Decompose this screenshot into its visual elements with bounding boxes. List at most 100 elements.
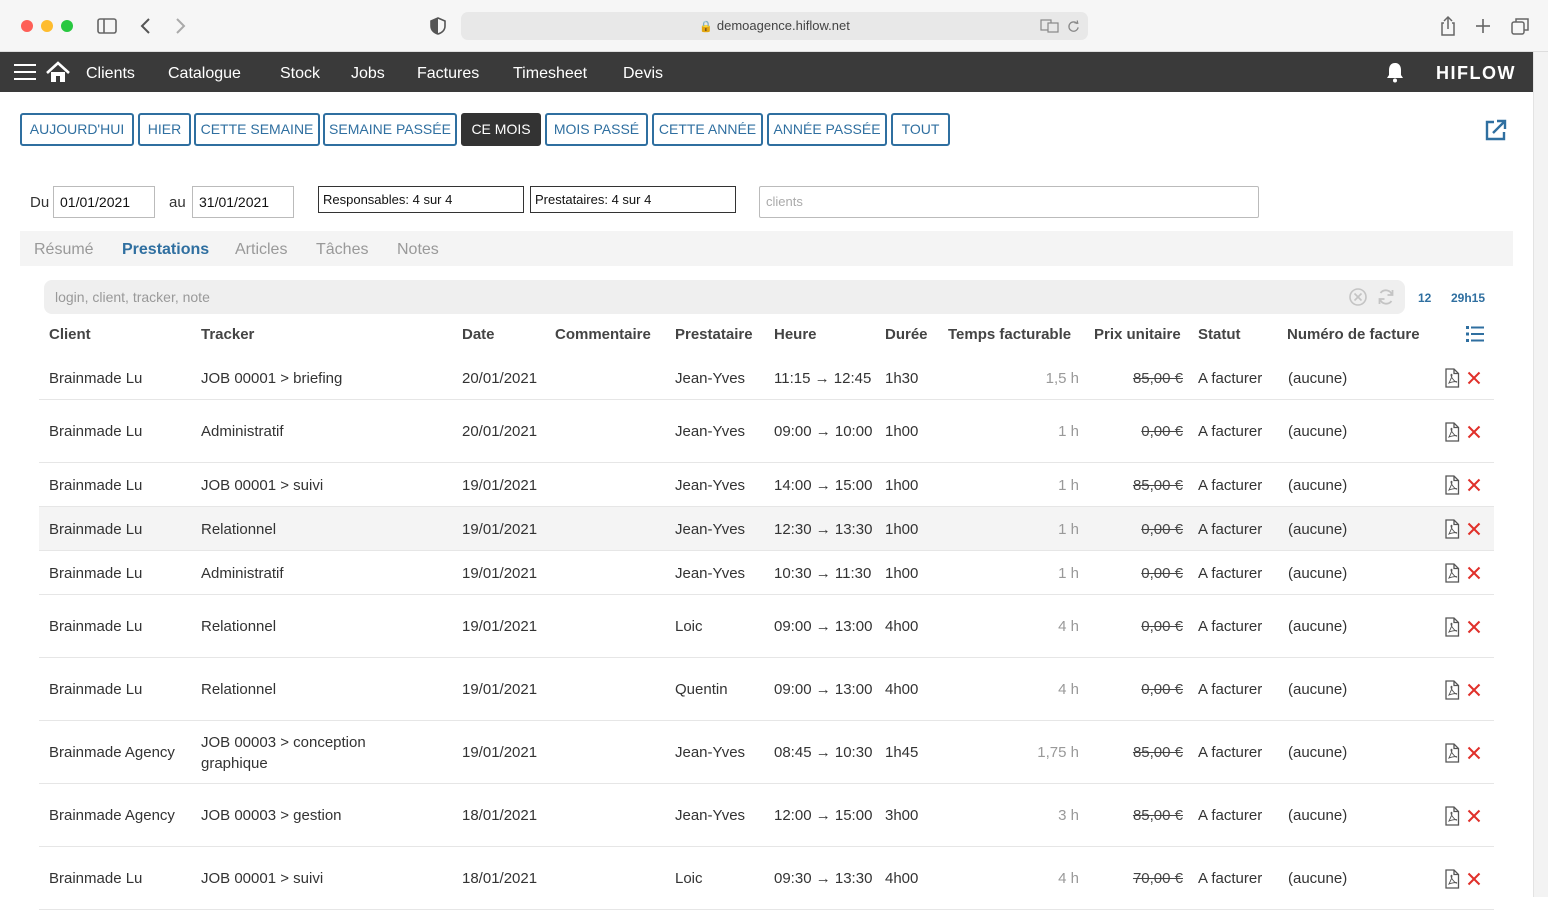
refresh-icon[interactable] [1376,287,1396,307]
hiflow-logo[interactable]: HIFLOW [1436,52,1516,92]
table-row[interactable]: Brainmade Lu Administratif 19/01/2021 Jean-… [39,551,1494,595]
pdf-icon[interactable] [1444,868,1460,889]
col-prix-unitaire[interactable]: Prix unitaire [1094,326,1181,343]
cell-prestataire: Jean-Yves [675,369,746,387]
delete-icon[interactable] [1467,683,1481,697]
delete-icon[interactable] [1467,522,1481,536]
cell-heure: 14:00 → 15:00 [774,476,873,494]
cell-facture: (aucune) [1288,618,1348,635]
col-duree[interactable]: Durée [885,326,928,343]
prestataires-select[interactable]: Prestataires: 4 sur 4 [530,186,736,213]
back-icon[interactable] [138,14,154,38]
responsables-select[interactable]: Responsables: 4 sur 4 [318,186,524,213]
table-row[interactable]: Brainmade Lu JOB 00001 > suivi 19/01/2021 J… [39,463,1494,507]
period-this-week-button[interactable]: CETTE SEMAINE [194,113,320,146]
cell-statut: A facturer [1198,476,1263,494]
tab-taches[interactable]: Tâches [316,231,368,266]
nav-timesheet[interactable]: Timesheet [513,52,587,92]
clients-input[interactable]: clients [759,186,1259,218]
period-last-year-button[interactable]: ANNÉE PASSÉE [767,113,887,146]
tab-resume[interactable]: Résumé [34,231,94,266]
delete-icon[interactable] [1467,809,1481,823]
address-bar[interactable]: 🔒 demoagence.hiflow.net [461,12,1088,40]
new-tab-icon[interactable] [1474,14,1492,38]
close-window-button[interactable] [21,20,33,32]
pdf-icon[interactable] [1444,368,1460,388]
cell-prix: 85,00 € [1132,807,1183,824]
cell-tracker: JOB 00001 > briefing [201,369,343,387]
table-row[interactable]: Brainmade Lu Administratif 20/01/2021 Jean-… [39,400,1494,463]
period-today-button[interactable]: AUJOURD'HUI [20,113,134,146]
period-this-month-button[interactable]: CE MOIS [461,113,541,146]
tab-notes[interactable]: Notes [397,231,439,266]
nav-catalogue[interactable]: Catalogue [168,52,241,92]
pdf-icon[interactable] [1444,519,1460,539]
tab-articles[interactable]: Articles [235,231,287,266]
col-commentaire[interactable]: Commentaire [555,326,651,343]
period-last-month-button[interactable]: MOIS PASSÉ [545,113,648,146]
table-row[interactable]: Brainmade Lu Relationnel 19/01/2021 Jean-Yv… [39,507,1494,551]
pdf-icon[interactable] [1444,563,1460,583]
nav-jobs[interactable]: Jobs [351,52,385,92]
cell-client: Brainmade Lu [49,564,143,582]
pdf-icon[interactable] [1444,475,1460,495]
pdf-icon[interactable] [1444,742,1460,763]
nav-devis[interactable]: Devis [623,52,663,92]
period-all-button[interactable]: TOUT [891,113,950,146]
menu-icon[interactable] [14,64,36,80]
table-row[interactable]: Brainmade Agency JOB 00003 > conception g… [39,721,1494,784]
bell-icon[interactable] [1384,61,1406,83]
share-icon[interactable] [1438,14,1458,38]
pdf-icon[interactable] [1444,616,1460,637]
col-client[interactable]: Client [49,326,91,343]
from-date-input[interactable]: 01/01/2021 [53,186,155,218]
period-this-year-button[interactable]: CETTE ANNÉE [652,113,763,146]
cell-date: 19/01/2021 [462,681,538,698]
tab-overview-icon[interactable] [1510,14,1530,38]
delete-icon[interactable] [1467,425,1481,439]
home-icon[interactable] [44,60,72,84]
external-link-icon[interactable] [1484,118,1508,142]
col-prestataire[interactable]: Prestataire [675,326,753,343]
minimize-window-button[interactable] [41,20,53,32]
table-row[interactable]: Brainmade Lu Relationnel 19/01/2021 Loic 09:… [39,595,1494,658]
col-tracker[interactable]: Tracker [201,326,254,343]
period-last-week-button[interactable]: SEMAINE PASSÉE [323,113,457,146]
clear-search-icon[interactable] [1348,287,1368,307]
reload-icon[interactable] [1067,20,1080,33]
col-date[interactable]: Date [462,326,495,343]
col-numero-facture[interactable]: Numéro de facture [1287,326,1420,343]
scrollbar[interactable] [1533,52,1548,897]
nav-factures[interactable]: Factures [417,52,479,92]
table-row[interactable]: Brainmade Lu Relationnel 19/01/2021 Quentin… [39,658,1494,721]
col-statut[interactable]: Statut [1198,326,1241,343]
delete-icon[interactable] [1467,620,1481,634]
forward-icon[interactable] [172,14,188,38]
table-row[interactable]: Brainmade Agency JOB 00003 > gestion 18/01… [39,784,1494,847]
table-row[interactable]: Brainmade Lu JOB 00001 > suivi 18/01/2021 L… [39,847,1494,910]
pdf-icon[interactable] [1444,805,1460,826]
delete-icon[interactable] [1467,746,1481,760]
nav-clients[interactable]: Clients [86,52,135,92]
maximize-window-button[interactable] [61,20,73,32]
table-row[interactable]: Brainmade Lu JOB 00001 > briefing 20/01/20… [39,356,1494,400]
period-yesterday-button[interactable]: HIER [138,113,191,146]
columns-settings-icon[interactable] [1465,325,1485,343]
delete-icon[interactable] [1467,566,1481,580]
delete-icon[interactable] [1467,872,1481,886]
translate-icon[interactable] [1040,19,1060,33]
search-input[interactable]: login, client, tracker, note [44,280,1405,314]
shield-icon[interactable] [428,14,448,38]
col-temps-facturable[interactable]: Temps facturable [948,326,1071,343]
pdf-icon[interactable] [1444,679,1460,700]
nav-stock[interactable]: Stock [280,52,320,92]
to-date-input[interactable]: 31/01/2021 [192,186,294,218]
col-heure[interactable]: Heure [774,326,817,343]
cell-tracker: Relationnel [201,618,277,635]
cell-tracker: Relationnel [201,681,277,698]
tab-prestations[interactable]: Prestations [122,231,209,266]
delete-icon[interactable] [1467,478,1481,492]
sidebar-toggle-icon[interactable] [96,14,118,38]
delete-icon[interactable] [1467,371,1481,385]
pdf-icon[interactable] [1444,421,1460,442]
